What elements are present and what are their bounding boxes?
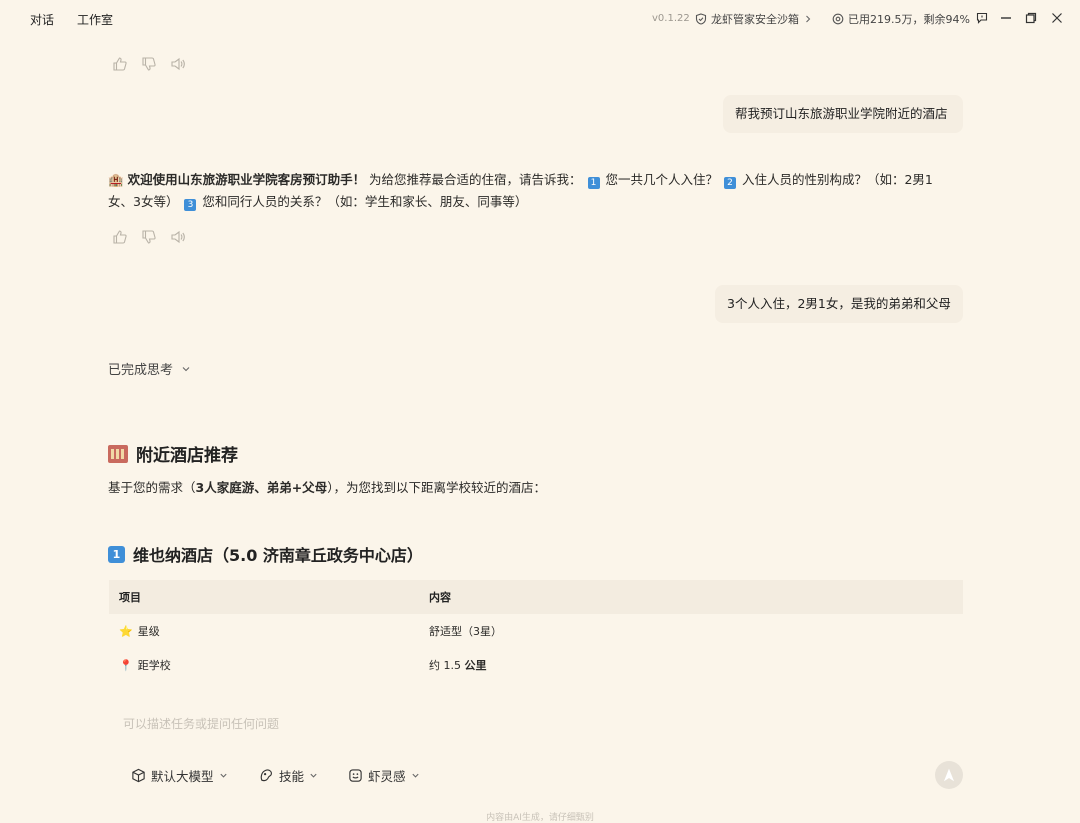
model-selector[interactable]: 默认大模型 [131, 766, 228, 785]
user-message: 帮我预订山东旅游职业学院附近的酒店 [723, 95, 963, 133]
chat-input[interactable]: 可以描述任务或提问任何问题 [123, 715, 279, 732]
intro-text: 基于您的需求（ [108, 480, 196, 495]
feedback-button[interactable] [974, 10, 990, 26]
thumbs-up-icon[interactable] [112, 229, 128, 245]
usage-indicator: 已用219.5万，剩余94% [832, 11, 970, 27]
hotel-title: 维也纳酒店（5.0 济南章丘政务中心店） [133, 546, 423, 565]
speaker-icon[interactable] [170, 229, 186, 245]
thumbs-down-icon[interactable] [141, 56, 157, 72]
restore-icon [1025, 12, 1037, 24]
thumbs-up-icon[interactable] [112, 56, 128, 72]
message-actions [112, 229, 186, 245]
thumbs-down-icon[interactable] [141, 229, 157, 245]
question-text: 您一共几个人入住？ [601, 172, 722, 187]
skills-selector[interactable]: 技能 [259, 766, 318, 785]
row-label: 距学校 [137, 659, 171, 672]
intro-text: ），为您找到以下距离学校较近的酒店： [327, 480, 546, 495]
table-header: 项目 内容 [109, 580, 963, 614]
shield-icon [695, 13, 707, 25]
send-icon [943, 768, 955, 782]
star-icon: ⭐ [119, 624, 133, 638]
ai-disclaimer: 内容由AI生成，请仔细甄别 [486, 813, 594, 823]
speaker-icon[interactable] [170, 56, 186, 72]
hotel-info-table: 项目 内容 ⭐ 星级 舒适型（3星） 📍 距学校 约 1.5 公里 [109, 580, 963, 682]
close-icon [1052, 13, 1062, 23]
hotel-emoji: 🏨 [108, 172, 124, 187]
table-row: 📍 距学校 约 1.5 公里 [109, 648, 963, 682]
intro-bold: 3人家庭游、弟弟+父母 [195, 480, 328, 495]
close-button[interactable] [1049, 10, 1065, 26]
row-value: 约 1.5 [429, 659, 465, 672]
usage-label: 已用219.5万，剩余94% [848, 13, 970, 26]
message-actions [112, 56, 186, 72]
user-message: 3个人入住，2男1女，是我的弟弟和父母 [715, 285, 963, 323]
inspiration-label: 虾灵感 [368, 769, 406, 784]
minimize-button[interactable] [998, 10, 1014, 26]
hotel-icon [108, 444, 128, 463]
number-badge: 1 [108, 545, 125, 563]
row-value: 舒适型（3星） [429, 625, 502, 638]
quota-icon [832, 13, 844, 25]
number-badge: 2 [723, 177, 736, 189]
number-badge: 3 [184, 199, 197, 211]
restore-button[interactable] [1023, 10, 1039, 26]
assistant-greeting: 欢迎使用山东旅游职业学院客房预订助手！ [127, 172, 366, 187]
chevron-down-icon [182, 366, 190, 371]
thinking-toggle[interactable]: 已完成思考 [108, 359, 191, 378]
model-label: 默认大模型 [151, 769, 214, 784]
section-title: 附近酒店推荐 [136, 446, 238, 466]
thinking-label: 已完成思考 [108, 363, 174, 378]
table-row: ⭐ 星级 舒适型（3星） [109, 614, 963, 648]
question-text: 您和同行人员的关系？（如：学生和家长、朋友、同事等） [198, 194, 528, 209]
cube-icon [132, 768, 145, 783]
chevron-down-icon [219, 773, 227, 778]
assistant-message: 🏨 欢迎使用山东旅游职业学院客房预订助手！ 为给您推荐最合适的住宿，请告诉我： … [108, 169, 953, 213]
number-badge: 1 [587, 177, 600, 189]
assistant-text: 为给您推荐最合适的住宿，请告诉我： [365, 172, 586, 187]
chevron-down-icon [411, 773, 419, 778]
minimize-icon [1001, 17, 1011, 19]
row-value-bold: 公里 [464, 659, 487, 672]
version-label: v0.1.22 [652, 13, 690, 24]
comment-icon [976, 12, 988, 24]
section-heading: 附近酒店推荐 [108, 441, 238, 466]
hotel-heading: 1 维也纳酒店（5.0 济南章丘政务中心店） [108, 542, 423, 566]
skills-icon [260, 769, 272, 782]
inspiration-selector[interactable]: 虾灵感 [348, 766, 420, 785]
header-item: 项目 [119, 591, 141, 604]
chevron-down-icon [310, 773, 317, 778]
header-content: 内容 [429, 591, 451, 604]
smile-icon [349, 769, 362, 782]
sandbox-link[interactable]: 龙虾管家安全沙箱 [695, 11, 813, 27]
tab-studio[interactable]: 工作室 [77, 11, 113, 28]
row-label: 星级 [137, 625, 160, 638]
section-intro: 基于您的需求（3人家庭游、弟弟+父母），为您找到以下距离学校较近的酒店： [108, 477, 546, 496]
chevron-right-icon [806, 15, 811, 23]
send-button[interactable] [935, 761, 963, 789]
pin-icon: 📍 [119, 658, 133, 672]
sandbox-label: 龙虾管家安全沙箱 [711, 13, 799, 26]
tab-chat[interactable]: 对话 [30, 11, 54, 28]
skills-label: 技能 [279, 769, 305, 784]
